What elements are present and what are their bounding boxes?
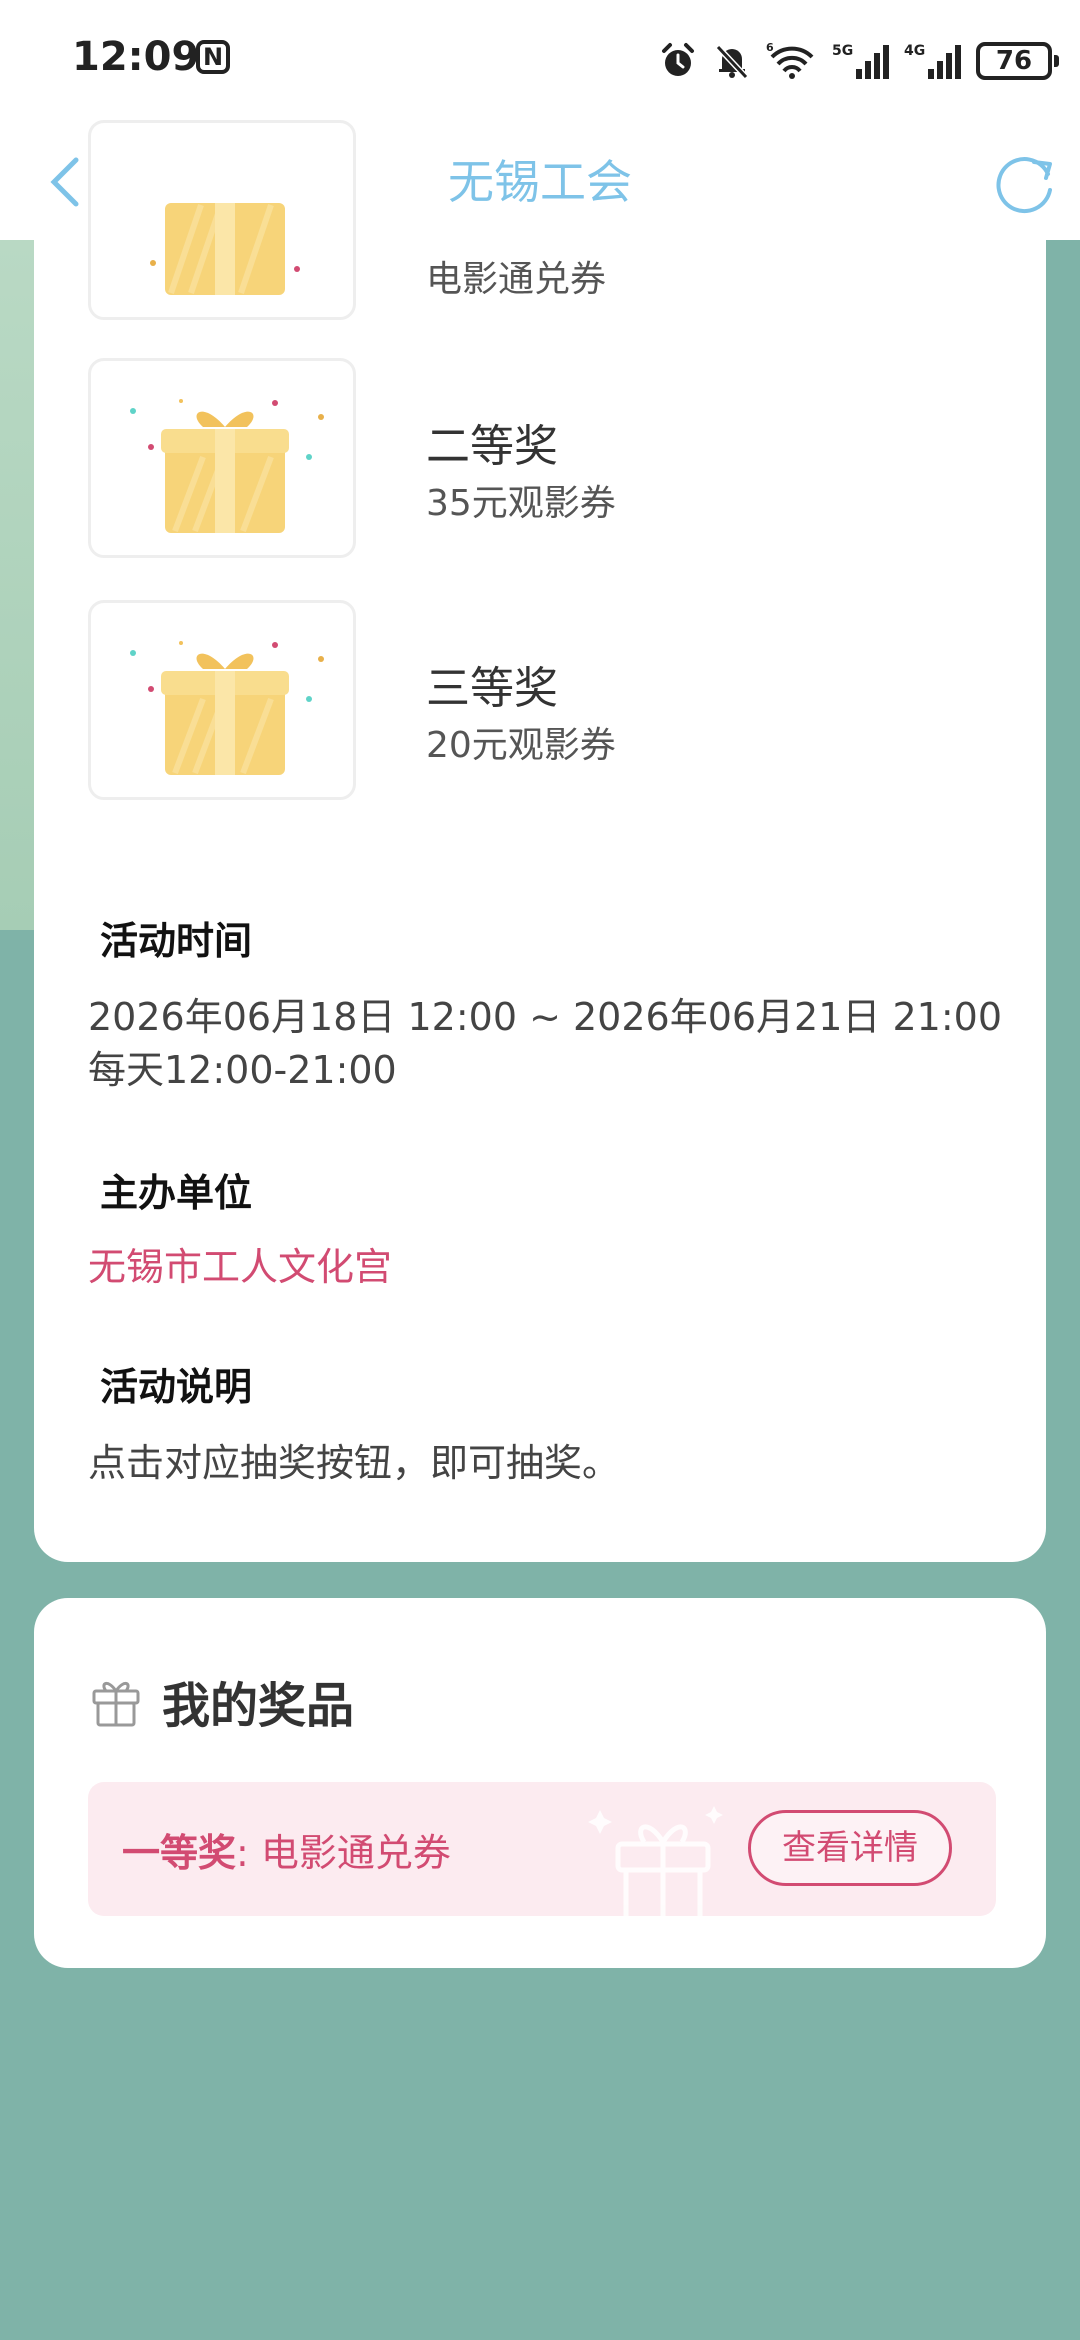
4g-signal-icon: 4G: [904, 43, 961, 79]
my-prizes-card: 我的奖品 一等奖: 电影通兑券 查看详情: [34, 1598, 1046, 1968]
prize-desc: 35元观影券: [426, 483, 616, 524]
activity-description: 点击对应抽奖按钮，即可抽奖。: [88, 1441, 621, 1485]
nfc-icon: N: [196, 40, 230, 74]
prize-item: 三等奖 20元观影券: [88, 600, 988, 804]
activity-time-range: 2026年06月18日 12:00 ~ 2026年06月21日 21:00: [88, 995, 1003, 1039]
organizer-name: 无锡市工人文化宫: [88, 1245, 393, 1289]
refresh-button[interactable]: [984, 142, 1064, 222]
my-prizes-title: 我的奖品: [162, 1678, 355, 1734]
svg-text:6: 6: [766, 41, 774, 54]
battery-icon: 76: [976, 42, 1059, 80]
prize-desc: 电影通兑券: [426, 259, 607, 300]
gift-decoration-icon: [588, 1806, 723, 1916]
my-prize-item: 一等奖: 电影通兑券 查看详情: [88, 1782, 996, 1916]
status-time: 12:09: [72, 34, 200, 80]
alarm-icon: [662, 43, 694, 76]
5g-signal-icon: 5G: [832, 43, 889, 79]
refresh-icon: [996, 157, 1052, 213]
activity-description-heading: 活动说明: [88, 1356, 269, 1425]
activity-daily-time: 每天12:00-21:00: [88, 1048, 397, 1092]
mute-bell-icon: [715, 44, 749, 80]
organizer-heading: 主办单位: [88, 1162, 269, 1231]
prize-name: 三等奖: [426, 663, 558, 714]
prize-desc: 20元观影券: [426, 725, 616, 766]
prize-name: 二等奖: [426, 421, 558, 472]
prize-item: 二等奖 35元观影券: [88, 358, 988, 562]
gift-box-image: [88, 600, 356, 800]
status-bar: 12:09 N 6 5G 4G 76: [0, 0, 1080, 120]
gift-box-image: [88, 120, 356, 320]
my-prize-text: 一等奖: 电影通兑券: [122, 1831, 451, 1875]
svg-text:4G: 4G: [904, 43, 925, 59]
view-details-button[interactable]: 查看详情: [748, 1810, 952, 1886]
svg-text:5G: 5G: [832, 43, 853, 59]
gift-box-image: [88, 358, 356, 558]
activity-time-heading: 活动时间: [88, 910, 269, 979]
activity-card: 电影通兑券 二等奖 35元观影券 三等奖 20元观影券 活动时间 2026年06…: [34, 120, 1046, 1562]
prize-item: 电影通兑券: [88, 120, 988, 324]
wifi-icon: 6: [766, 41, 814, 79]
gift-icon: [92, 1682, 140, 1727]
